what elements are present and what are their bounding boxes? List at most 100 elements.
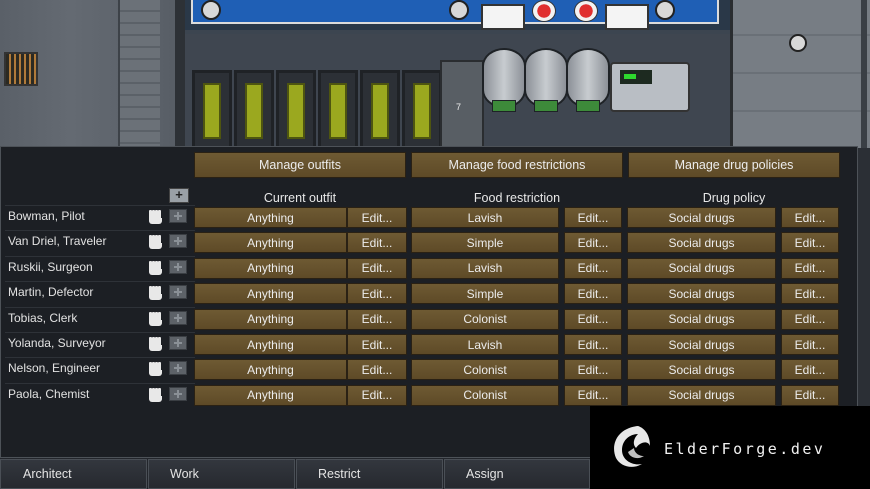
- drug-edit-button[interactable]: Edit...: [781, 207, 839, 228]
- colonist-name[interactable]: Ruskii, Surgeon: [8, 260, 93, 274]
- drug-select-button[interactable]: Social drugs: [627, 232, 776, 254]
- food-edit-button[interactable]: Edit...: [564, 308, 622, 330]
- meal-icon[interactable]: [532, 0, 556, 22]
- food-select-button[interactable]: Colonist: [411, 308, 559, 330]
- drug-select-button[interactable]: Social drugs: [627, 334, 776, 355]
- locker[interactable]: [318, 70, 358, 148]
- outfit-select-button[interactable]: Anything: [194, 232, 347, 254]
- food-edit-button[interactable]: Edit...: [564, 207, 622, 228]
- outfit-edit-button[interactable]: Edit...: [347, 308, 407, 330]
- locker[interactable]: [234, 70, 274, 148]
- outfit-select-button[interactable]: Anything: [194, 283, 347, 305]
- fist-icon[interactable]: [149, 260, 163, 276]
- tab-assign[interactable]: Assign: [444, 459, 590, 489]
- outfit-edit-button[interactable]: Edit...: [347, 257, 407, 279]
- colonist-name[interactable]: Van Driel, Traveler: [8, 234, 106, 248]
- drug-edit-button[interactable]: Edit...: [781, 232, 839, 254]
- pawn-icon[interactable]: [449, 0, 469, 20]
- outfit-select-button[interactable]: Anything: [194, 334, 347, 355]
- outfit-select-button[interactable]: Anything: [194, 257, 347, 279]
- food-select-button[interactable]: Colonist: [411, 359, 559, 381]
- medical-icon[interactable]: [169, 386, 187, 401]
- drug-edit-button[interactable]: Edit...: [781, 283, 839, 305]
- locker[interactable]: [402, 70, 442, 148]
- tab-architect[interactable]: Architect: [0, 459, 147, 489]
- meal-icon[interactable]: [574, 0, 598, 22]
- colonist-name[interactable]: Tobias, Clerk: [8, 311, 77, 325]
- food-edit-button[interactable]: Edit...: [564, 283, 622, 305]
- food-edit-button[interactable]: Edit...: [564, 257, 622, 279]
- manage-drug-policies-button[interactable]: Manage drug policies: [628, 152, 840, 178]
- tank[interactable]: [482, 48, 526, 112]
- colonist-name[interactable]: Yolanda, Surveyor: [8, 336, 106, 350]
- locker[interactable]: [276, 70, 316, 148]
- fist-icon[interactable]: [149, 362, 163, 377]
- tab-restrict[interactable]: Restrict: [296, 459, 443, 489]
- outfit-edit-button[interactable]: Edit...: [347, 359, 407, 381]
- tank[interactable]: [524, 48, 568, 112]
- colonist-name[interactable]: Nelson, Engineer: [8, 361, 100, 375]
- fist-icon[interactable]: [149, 286, 163, 301]
- pawn-icon[interactable]: [655, 0, 675, 20]
- drug-select-button[interactable]: Social drugs: [627, 384, 776, 406]
- food-select-button[interactable]: Simple: [411, 232, 559, 254]
- colonist-name[interactable]: Martin, Defector: [8, 285, 93, 299]
- drug-edit-button[interactable]: Edit...: [781, 384, 839, 406]
- manage-food-restrictions-button[interactable]: Manage food restrictions: [411, 152, 623, 178]
- tab-work[interactable]: Work: [148, 459, 295, 489]
- drug-edit-button[interactable]: Edit...: [781, 308, 839, 330]
- drug-select-button[interactable]: Social drugs: [627, 359, 776, 381]
- food-edit-button[interactable]: Edit...: [564, 359, 622, 381]
- food-select-button[interactable]: Simple: [411, 283, 559, 305]
- locker[interactable]: [192, 70, 232, 148]
- colonist-name[interactable]: Bowman, Pilot: [8, 209, 85, 223]
- outfit-select-button[interactable]: Anything: [194, 308, 347, 330]
- tank[interactable]: [566, 48, 610, 112]
- food-edit-button[interactable]: Edit...: [564, 334, 622, 355]
- food-select-button[interactable]: Lavish: [411, 257, 559, 279]
- outfit-select-button[interactable]: Anything: [194, 207, 347, 228]
- fist-icon[interactable]: [149, 210, 163, 225]
- medical-icon[interactable]: [169, 285, 187, 300]
- medical-icon[interactable]: [169, 310, 187, 325]
- colonist-name[interactable]: Paola, Chemist: [8, 387, 89, 401]
- game-map-view[interactable]: 7: [0, 0, 870, 148]
- add-icon[interactable]: +: [169, 188, 189, 203]
- drug-edit-button[interactable]: Edit...: [781, 359, 839, 381]
- locker[interactable]: [360, 70, 400, 148]
- food-select-button[interactable]: Lavish: [411, 207, 559, 228]
- pawn-icon[interactable]: [201, 0, 221, 20]
- comms-console[interactable]: [610, 62, 690, 112]
- outfit-edit-button[interactable]: Edit...: [347, 283, 407, 305]
- pawn-icon[interactable]: [789, 34, 807, 52]
- drug-edit-button[interactable]: Edit...: [781, 257, 839, 279]
- drug-select-button[interactable]: Social drugs: [627, 257, 776, 279]
- food-edit-button[interactable]: Edit...: [564, 232, 622, 254]
- outfit-edit-button[interactable]: Edit...: [347, 232, 407, 254]
- medical-icon[interactable]: [169, 234, 187, 249]
- drug-select-button[interactable]: Social drugs: [627, 308, 776, 330]
- fist-icon[interactable]: [149, 235, 163, 250]
- food-edit-button[interactable]: Edit...: [564, 384, 622, 406]
- outfit-edit-button[interactable]: Edit...: [347, 207, 407, 228]
- door[interactable]: [118, 0, 160, 148]
- fist-icon[interactable]: [149, 337, 163, 352]
- outfit-select-button[interactable]: Anything: [194, 359, 347, 381]
- outfit-edit-button[interactable]: Edit...: [347, 334, 407, 355]
- food-select-button[interactable]: Lavish: [411, 334, 559, 355]
- medical-icon[interactable]: [169, 209, 187, 223]
- column-header-food: Food restriction: [473, 191, 561, 205]
- medical-icon[interactable]: [169, 361, 187, 376]
- outfit-select-button[interactable]: Anything: [194, 384, 347, 406]
- drug-select-button[interactable]: Social drugs: [627, 207, 776, 228]
- drug-edit-button[interactable]: Edit...: [781, 334, 839, 355]
- fist-icon[interactable]: [149, 387, 163, 403]
- shelf[interactable]: 7: [440, 60, 484, 148]
- drug-select-button[interactable]: Social drugs: [627, 283, 776, 305]
- medical-icon[interactable]: [169, 259, 187, 274]
- food-select-button[interactable]: Colonist: [411, 384, 559, 406]
- manage-outfits-button[interactable]: Manage outfits: [194, 152, 406, 178]
- outfit-edit-button[interactable]: Edit...: [347, 384, 407, 406]
- fist-icon[interactable]: [149, 311, 163, 327]
- medical-icon[interactable]: [169, 336, 187, 350]
